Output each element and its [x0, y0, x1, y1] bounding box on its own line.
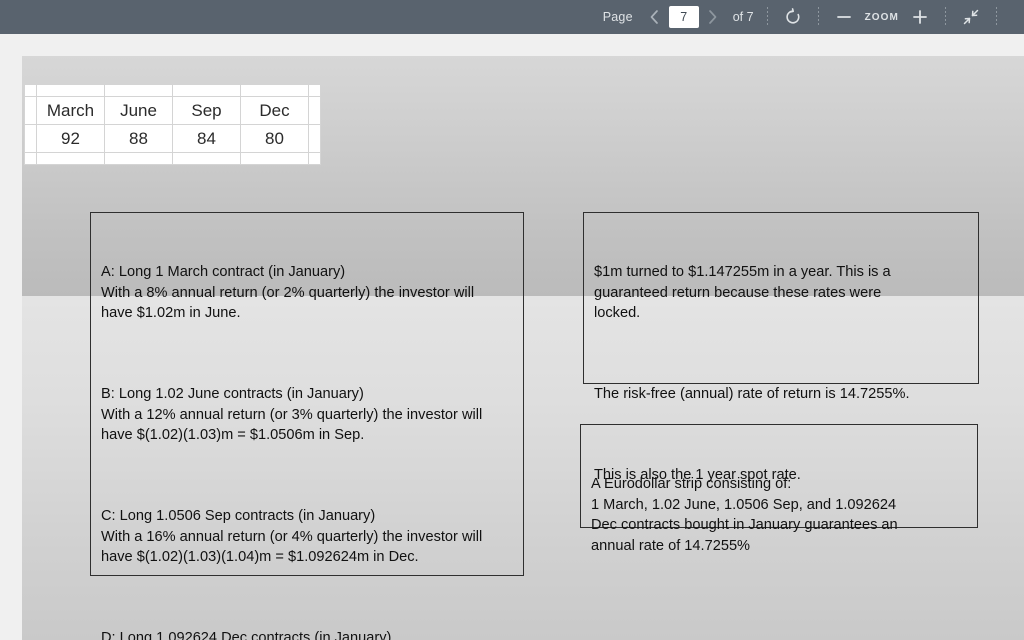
table-header-june: June: [104, 96, 173, 125]
result-growth-note: $1m turned to $1.147255m in a year. This…: [594, 264, 891, 322]
eurodollar-strip-textbox: A Eurodollar strip consisting of: 1 Marc…: [580, 424, 978, 554]
table-cell-empty: [308, 96, 321, 125]
collapse-arrows-icon: [962, 8, 980, 26]
table-header-march: March: [36, 96, 105, 125]
page-label: Page: [602, 10, 633, 24]
toolbar-divider: [817, 7, 819, 27]
minus-icon: [835, 8, 853, 26]
slide-canvas: March June Sep Dec 92 88 84 80 A: Long 1…: [22, 56, 1024, 640]
toolbar-divider: [766, 7, 768, 27]
table-cell-empty: [104, 152, 173, 165]
contract-leg-c: C: Long 1.0506 Sep contracts (in January…: [101, 508, 483, 566]
exit-fullscreen-button[interactable]: [959, 5, 983, 29]
table-header-dec: Dec: [240, 96, 309, 125]
zoom-controls-group: ZOOM: [832, 5, 932, 29]
table-header-sep: Sep: [172, 96, 241, 125]
table-row-bottom-pad: [24, 152, 321, 165]
rotate-button[interactable]: [781, 5, 805, 29]
table-cell-empty: [308, 84, 321, 97]
zoom-label: ZOOM: [864, 11, 899, 23]
toolbar-divider: [945, 7, 946, 27]
table-cell-empty: [172, 84, 241, 97]
table-row: 92 88 84 80: [24, 124, 321, 153]
eurodollar-strip-description: A Eurodollar strip consisting of: 1 Marc…: [591, 476, 898, 554]
table-cell-empty: [24, 96, 37, 125]
total-pages-label: of 7: [732, 10, 754, 24]
chevron-left-icon: [649, 9, 660, 25]
chevron-right-icon: [707, 9, 718, 25]
table-cell-empty: [308, 152, 321, 165]
previous-page-button[interactable]: [645, 6, 665, 28]
table-cell-empty: [24, 84, 37, 97]
zoom-out-button[interactable]: [832, 5, 856, 29]
contracts-textbox: A: Long 1 March contract (in January) Wi…: [90, 212, 524, 640]
table-cell-empty: [104, 84, 173, 97]
contract-leg-a: A: Long 1 March contract (in January) Wi…: [101, 264, 475, 322]
table-cell-empty: [172, 152, 241, 165]
table-value-sep: 84: [172, 124, 241, 153]
table-cell-empty: [36, 152, 105, 165]
table-value-june: 88: [104, 124, 173, 153]
table-cell-empty: [240, 152, 309, 165]
plus-icon: [911, 8, 929, 26]
table-row-header: March June Sep Dec: [24, 96, 321, 125]
page-navigation-group: Page of 7: [603, 6, 754, 28]
rotate-icon: [784, 8, 802, 26]
table-cell-empty: [24, 152, 37, 165]
viewer-toolbar: Page of 7: [0, 0, 1024, 34]
table-value-march: 92: [36, 124, 105, 153]
contract-leg-b: B: Long 1.02 June contracts (in January)…: [101, 386, 483, 444]
next-page-button[interactable]: [703, 6, 723, 28]
zoom-in-button[interactable]: [908, 5, 932, 29]
table-cell-empty: [240, 84, 309, 97]
result-risk-free-rate: The risk-free (annual) rate of return is…: [594, 386, 910, 403]
table-cell-empty: [24, 124, 37, 153]
page-number-input[interactable]: [668, 6, 699, 28]
table-cell-empty: [308, 124, 321, 153]
toolbar-divider: [996, 7, 997, 27]
table-value-dec: 80: [240, 124, 309, 153]
contract-leg-d: D: Long 1.092624 Dec contracts (in Janua…: [101, 630, 392, 640]
table-cell-empty: [36, 84, 105, 97]
futures-quote-table: March June Sep Dec 92 88 84 80: [24, 84, 321, 165]
table-row-top-pad: [24, 84, 321, 97]
result-textbox: $1m turned to $1.147255m in a year. This…: [583, 212, 979, 483]
